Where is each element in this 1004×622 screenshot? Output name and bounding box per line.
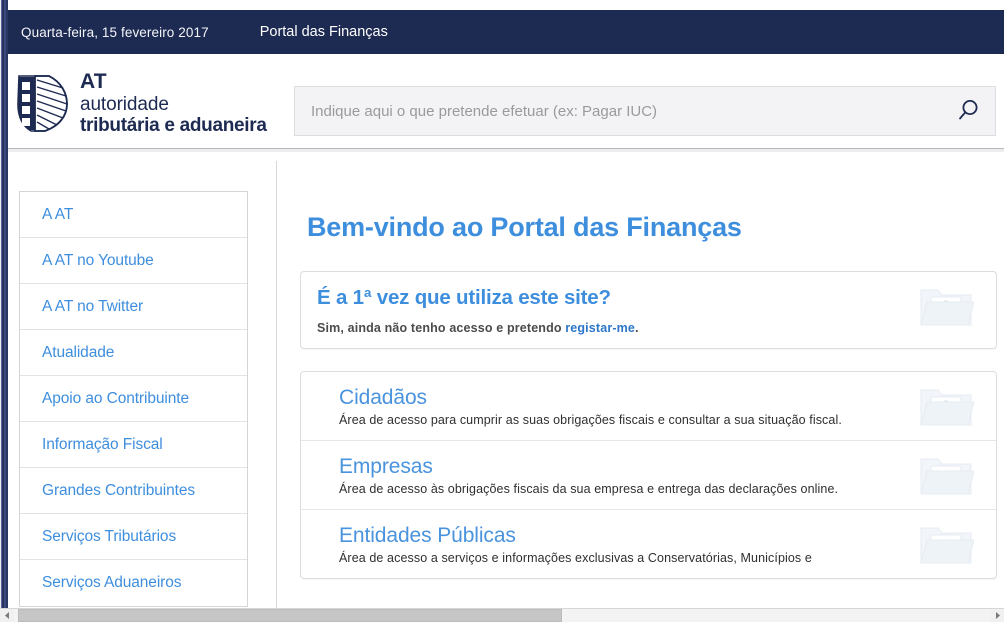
sidebar-item-label: Apoio ao Contribuinte xyxy=(42,389,189,407)
service-title: Empresas xyxy=(339,455,433,478)
browser-viewport: Quarta-feira, 15 fevereiro 2017 Portal d… xyxy=(0,0,1004,622)
scroll-left-arrow[interactable] xyxy=(0,609,14,622)
sidebar-item-servicos-tributarios[interactable]: Serviços Tributários xyxy=(20,514,247,560)
at-logo[interactable]: AT autoridade tributária e aduaneira xyxy=(15,70,267,137)
logo-line-3: tributária e aduaneira xyxy=(80,115,267,137)
content-area: A AT A AT no Youtube A AT no Twitter Atu… xyxy=(8,153,1004,608)
sidebar-item-a-at-no-youtube[interactable]: A AT no Youtube xyxy=(20,238,247,284)
first-visit-text: Sim, ainda não tenho acesso e pretendo r… xyxy=(317,321,978,335)
sidebar-item-label: Serviços Tributários xyxy=(42,527,177,545)
sidebar-item-servicos-aduaneiros[interactable]: Serviços Aduaneiros xyxy=(20,560,247,606)
site-header: AT autoridade tributária e aduaneira xyxy=(8,54,1004,148)
top-bar: Quarta-feira, 15 fevereiro 2017 Portal d… xyxy=(8,10,1004,54)
logo-line-1: AT xyxy=(80,70,107,93)
service-description: Área de acesso a serviços e informações … xyxy=(339,551,812,565)
sidebar-item-apoio-ao-contribuinte[interactable]: Apoio ao Contribuinte xyxy=(20,376,247,422)
main-column: Bem-vindo ao Portal das Finanças É a 1ª … xyxy=(300,153,1004,579)
service-row-empresas[interactable]: Empresas Área de acesso às obrigações fi… xyxy=(301,441,996,510)
first-visit-text-after: . xyxy=(635,321,639,335)
page-root: Quarta-feira, 15 fevereiro 2017 Portal d… xyxy=(8,0,1004,608)
first-visit-text-before: Sim, ainda não tenho acesso e pretendo xyxy=(317,321,566,335)
service-description: Área de acesso às obrigações fiscais da … xyxy=(339,482,839,496)
sidebar-item-label: A AT xyxy=(42,205,74,223)
service-row-entidades-publicas[interactable]: Entidades Públicas Área de acesso a serv… xyxy=(301,510,996,578)
sidebar-item-label: Atualidade xyxy=(42,343,115,361)
current-date: Quarta-feira, 15 fevereiro 2017 xyxy=(21,24,209,40)
sidebar-item-a-at[interactable]: A AT xyxy=(20,192,247,238)
scroll-thumb[interactable] xyxy=(18,609,562,622)
service-description: Área de acesso para cumprir as suas obri… xyxy=(339,413,842,427)
sidebar-item-label: Grandes Contribuintes xyxy=(42,481,195,499)
search-icon xyxy=(956,98,980,125)
at-logo-text: AT autoridade tributária e aduaneira xyxy=(80,70,267,137)
horizontal-scrollbar[interactable] xyxy=(0,608,1004,622)
sidebar-item-grandes-contribuintes[interactable]: Grandes Contribuintes xyxy=(20,468,247,514)
sidebar-item-label: Informação Fiscal xyxy=(42,435,163,453)
sidebar-item-a-at-no-twitter[interactable]: A AT no Twitter xyxy=(20,284,247,330)
scroll-track[interactable] xyxy=(14,609,990,622)
sidebar-item-label: A AT no Twitter xyxy=(42,297,144,315)
folder-institution-icon xyxy=(918,522,975,568)
sidebar-item-informacao-fiscal[interactable]: Informação Fiscal xyxy=(20,422,247,468)
first-visit-card: É a 1ª vez que utiliza este site? Sim, a… xyxy=(300,271,997,349)
column-divider xyxy=(276,161,277,608)
folder-factory-icon xyxy=(918,453,975,499)
sidebar-item-label: A AT no Youtube xyxy=(42,251,154,269)
window-left-edge xyxy=(0,0,8,608)
service-title: Entidades Públicas xyxy=(339,524,516,547)
services-card: Cidadãos Área de acesso para cumprir as … xyxy=(300,371,997,579)
scroll-right-arrow[interactable] xyxy=(990,609,1004,622)
logo-line-2: autoridade xyxy=(80,93,169,115)
sidebar-item-label: Serviços Aduaneiros xyxy=(42,574,182,591)
portal-title: Portal das Finanças xyxy=(259,24,388,40)
sidebar-nav: A AT A AT no Youtube A AT no Twitter Atu… xyxy=(19,191,248,607)
first-visit-heading: É a 1ª vez que utiliza este site? xyxy=(317,286,611,309)
search-button[interactable] xyxy=(941,87,995,135)
search-bar[interactable] xyxy=(294,86,996,136)
service-title: Cidadãos xyxy=(339,386,427,409)
at-shield-logo-icon xyxy=(15,73,71,133)
search-input[interactable] xyxy=(295,102,941,120)
page-title: Bem-vindo ao Portal das Finanças xyxy=(307,212,742,242)
sidebar-item-atualidade[interactable]: Atualidade xyxy=(20,330,247,376)
top-white-strip xyxy=(8,0,1004,10)
folder-person-icon xyxy=(918,284,975,330)
registar-me-link[interactable]: registar-me xyxy=(565,321,635,335)
service-row-cidadaos[interactable]: Cidadãos Área de acesso para cumprir as … xyxy=(301,372,996,441)
folder-person-icon xyxy=(918,384,975,430)
